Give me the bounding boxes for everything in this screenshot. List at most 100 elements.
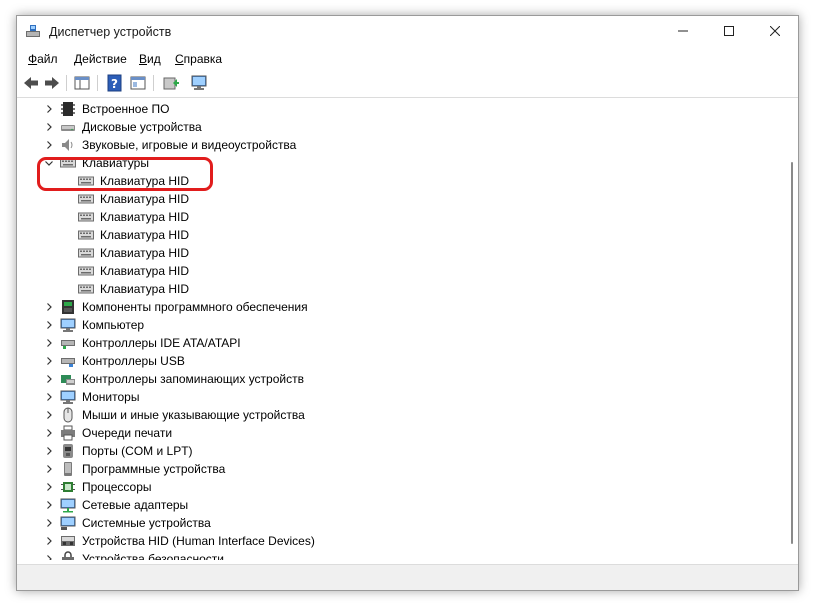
- tree-category-row[interactable]: Контроллеры IDE ATA/ATAPI: [17, 334, 777, 352]
- speaker-icon: [60, 137, 76, 153]
- keyboard-icon: [78, 191, 94, 207]
- tree-category-row[interactable]: Программные устройства: [17, 460, 777, 478]
- security-device-icon: [60, 551, 76, 560]
- properties-icon[interactable]: [129, 74, 147, 92]
- chevron-right-icon[interactable]: [43, 499, 55, 511]
- scrollbar-thumb[interactable]: [791, 162, 793, 544]
- minimize-button[interactable]: [660, 16, 706, 48]
- tree-category-row[interactable]: Контроллеры USB: [17, 352, 777, 370]
- ide-controller-icon: [60, 335, 76, 351]
- title-bar[interactable]: Диспетчер устройств: [17, 16, 798, 48]
- tree-category-row[interactable]: Контроллеры запоминающих устройств: [17, 370, 777, 388]
- status-bar: [17, 564, 798, 590]
- tree-device-row[interactable]: Клавиатура HID: [17, 208, 777, 226]
- keyboard-icon: [78, 209, 94, 225]
- tree-category-row[interactable]: Системные устройства: [17, 514, 777, 532]
- tree-item-label: Клавиатура HID: [100, 192, 189, 206]
- firmware-icon: [60, 101, 76, 117]
- chevron-right-icon[interactable]: [43, 463, 55, 475]
- tree-item-label: Компоненты программного обеспечения: [82, 300, 308, 314]
- tree-category-row[interactable]: Звуковые, игровые и видеоустройства: [17, 136, 777, 154]
- maximize-icon: [724, 25, 734, 39]
- chevron-right-icon[interactable]: [43, 409, 55, 421]
- toolbar-separator: [97, 75, 98, 91]
- tree-category-row[interactable]: Очереди печати: [17, 424, 777, 442]
- chevron-right-icon[interactable]: [43, 373, 55, 385]
- chevron-right-icon[interactable]: [43, 337, 55, 349]
- tree-item-label: Компьютер: [82, 318, 145, 332]
- back-arrow-icon[interactable]: [22, 74, 40, 92]
- tree-device-row[interactable]: Клавиатура HID: [17, 280, 777, 298]
- tree-item-label: Очереди печати: [82, 426, 173, 440]
- menu-file[interactable]: Файл: [28, 52, 58, 66]
- close-button[interactable]: [752, 16, 798, 48]
- tree-item-label: Контроллеры IDE ATA/ATAPI: [82, 336, 241, 350]
- keyboard-icon: [78, 227, 94, 243]
- monitor-icon: [60, 389, 76, 405]
- help-icon[interactable]: ?: [106, 74, 124, 92]
- tree-category-row[interactable]: Мыши и иные указывающие устройства: [17, 406, 777, 424]
- chevron-right-icon[interactable]: [43, 427, 55, 439]
- software-component-icon: [60, 299, 76, 315]
- close-icon: [769, 25, 781, 39]
- device-manager-icon: [25, 23, 41, 39]
- vertical-scrollbar[interactable]: [787, 98, 797, 560]
- tree-item-label: Процессоры: [82, 480, 152, 494]
- chevron-right-icon[interactable]: [43, 139, 55, 151]
- chevron-right-icon[interactable]: [43, 319, 55, 331]
- keyboard-icon: [78, 281, 94, 297]
- chevron-right-icon[interactable]: [43, 301, 55, 313]
- tree-device-row[interactable]: Клавиатура HID: [17, 226, 777, 244]
- tree-item-label: Мыши и иные указывающие устройства: [82, 408, 305, 422]
- tree-device-row[interactable]: Клавиатура HID: [17, 262, 777, 280]
- update-driver-icon[interactable]: [162, 74, 180, 92]
- chevron-right-icon[interactable]: [43, 391, 55, 403]
- toolbar-separator: [66, 75, 67, 91]
- tree-category-row[interactable]: Процессоры: [17, 478, 777, 496]
- tree-category-row[interactable]: Мониторы: [17, 388, 777, 406]
- chevron-right-icon[interactable]: [43, 355, 55, 367]
- chevron-right-icon[interactable]: [43, 517, 55, 529]
- scan-hardware-icon[interactable]: [190, 74, 208, 92]
- tree-item-label: Устройства HID (Human Interface Devices): [82, 534, 315, 548]
- menu-bar: Файл Действие Вид Справка: [17, 48, 798, 70]
- chevron-right-icon[interactable]: [43, 121, 55, 133]
- device-manager-window: Диспетчер устройств Файл Действие Вид Сп…: [16, 15, 799, 591]
- tree-item-label: Клавиатура HID: [100, 246, 189, 260]
- tree-item-label: Сетевые адаптеры: [82, 498, 189, 512]
- chevron-right-icon[interactable]: [43, 481, 55, 493]
- maximize-button[interactable]: [706, 16, 752, 48]
- tree-category-row[interactable]: Компьютер: [17, 316, 777, 334]
- system-device-icon: [60, 515, 76, 531]
- chevron-right-icon[interactable]: [43, 445, 55, 457]
- tree-device-row[interactable]: Клавиатура HID: [17, 244, 777, 262]
- tree-item-label: Встроенное ПО: [82, 102, 170, 116]
- toolbar: ?: [17, 70, 798, 98]
- menu-help[interactable]: Справка: [175, 52, 222, 66]
- show-hide-tree-icon[interactable]: [73, 74, 91, 92]
- usb-controller-icon: [60, 353, 76, 369]
- tree-category-row[interactable]: Сетевые адаптеры: [17, 496, 777, 514]
- menu-action[interactable]: Действие: [74, 52, 127, 66]
- keyboard-icon: [78, 245, 94, 261]
- menu-view[interactable]: Вид: [139, 52, 161, 66]
- tree-category-row[interactable]: Встроенное ПО: [17, 100, 777, 118]
- forward-arrow-icon[interactable]: [43, 74, 61, 92]
- tree-item-label: Системные устройства: [82, 516, 211, 530]
- tree-item-label: Звуковые, игровые и видеоустройства: [82, 138, 297, 152]
- red-highlight-frame: [37, 157, 213, 191]
- tree-device-row[interactable]: Клавиатура HID: [17, 190, 777, 208]
- tree-category-row[interactable]: Порты (COM и LPT): [17, 442, 777, 460]
- chevron-right-icon[interactable]: [43, 535, 55, 547]
- mouse-icon: [60, 407, 76, 423]
- tree-item-label: Устройства безопасности: [82, 552, 224, 560]
- chevron-right-icon[interactable]: [43, 103, 55, 115]
- keyboard-icon: [78, 263, 94, 279]
- tree-category-row[interactable]: Дисковые устройства: [17, 118, 777, 136]
- chevron-right-icon[interactable]: [43, 553, 55, 560]
- tree-category-row[interactable]: Компоненты программного обеспечения: [17, 298, 777, 316]
- tree-category-row[interactable]: Устройства безопасности: [17, 550, 777, 560]
- tree-item-label: Порты (COM и LPT): [82, 444, 193, 458]
- tree-item-label: Клавиатура HID: [100, 210, 189, 224]
- tree-category-row[interactable]: Устройства HID (Human Interface Devices): [17, 532, 777, 550]
